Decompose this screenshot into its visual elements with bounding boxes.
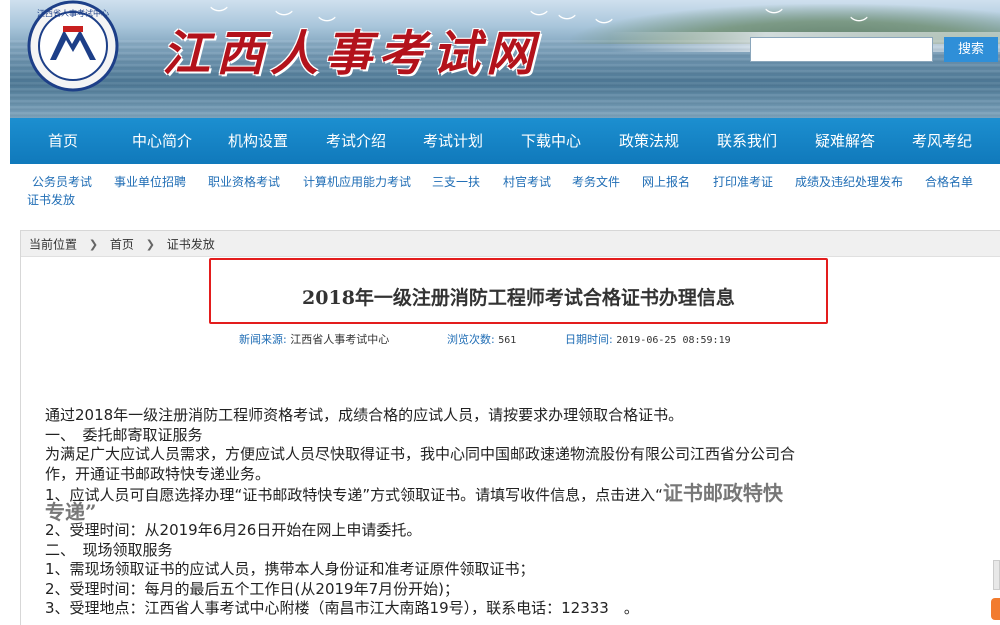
nav-item-about[interactable]: 中心简介 <box>116 118 208 164</box>
subnav-item-exam-documents[interactable]: 考务文件 <box>572 173 620 190</box>
nav-item-exam-intro[interactable]: 考试介绍 <box>308 118 404 164</box>
nav-item-organization[interactable]: 机构设置 <box>208 118 308 164</box>
nav-item-faq[interactable]: 疑难解答 <box>796 118 894 164</box>
bird-icon: ︶ <box>558 14 576 35</box>
express-delivery-link-cont[interactable]: 专递” <box>45 500 97 524</box>
bird-icon: ︶ <box>850 16 868 37</box>
subnav-item-qualified-list[interactable]: 合格名单 <box>925 173 973 190</box>
article-body: 通过2018年一级注册消防工程师资格考试，成绩合格的应试人员，请按要求办理领取合… <box>45 406 985 619</box>
floating-widget[interactable] <box>991 598 1000 620</box>
article-section-heading: 一、 委托邮寄取证服务 <box>45 425 203 444</box>
article-source: 新闻来源: 江西省人事考试中心 <box>239 331 389 347</box>
article-date: 日期时间: 2019-06-25 08:59:19 <box>565 331 731 347</box>
subnav-item-sanzhi-yifu[interactable]: 三支一扶 <box>432 173 480 190</box>
search-input[interactable] <box>750 37 933 62</box>
article-paragraph: 作，开通证书邮政特快专递业务。 <box>45 464 271 483</box>
subnav-item-print-admission[interactable]: 打印准考证 <box>713 173 773 190</box>
breadcrumb-item-home[interactable]: 首页 <box>110 238 134 252</box>
date-label: 日期时间: <box>565 333 613 346</box>
article-paragraph: 2、受理时间：从2019年6月26日开始在网上申请委托。 <box>45 521 422 539</box>
article-paragraph: 为满足广大应试人员需求，方便应试人员尽快取得证书，我中心同中国邮政速递物流股份有… <box>45 445 796 463</box>
content-frame: 当前位置 ❯ 首页 ❯ 证书发放 2018年一级注册消防工程师考试合格证书办理信… <box>20 230 1000 625</box>
nav-item-discipline[interactable]: 考风考纪 <box>894 118 990 164</box>
article-paragraph: 2、受理时间：每月的最后五个工作日(从2019年7月份开始)； <box>45 579 459 598</box>
bird-icon: ︶ <box>595 18 613 39</box>
site-title: 江西人事考试网 <box>162 26 541 82</box>
logo-text: 江西省人事考试中心 <box>37 8 109 18</box>
subnav-item-civil-service[interactable]: 公务员考试 <box>32 173 92 190</box>
source-label: 新闻来源: <box>239 333 287 346</box>
breadcrumb-item-certificate[interactable]: 证书发放 <box>167 238 215 252</box>
subnav-item-certificate-issuance[interactable]: 证书发放 <box>27 191 75 208</box>
views-value: 561 <box>498 335 517 346</box>
express-delivery-link[interactable]: 证书邮政特快 <box>663 481 783 505</box>
article-views: 浏览次数: 561 <box>447 331 516 347</box>
subnav-item-public-institution[interactable]: 事业单位招聘 <box>114 173 186 190</box>
chevron-right-icon: ❯ <box>145 237 155 251</box>
article-paragraph: 1、需现场领取证书的应试人员，携带本人身份证和准考证原件领取证书； <box>45 560 535 578</box>
subnav-item-professional-qualification[interactable]: 职业资格考试 <box>208 173 280 190</box>
scrollbar[interactable] <box>993 560 1000 590</box>
source-value: 江西省人事考试中心 <box>290 333 390 346</box>
nav-item-home[interactable]: 首页 <box>10 118 116 164</box>
date-value: 2019-06-25 08:59:19 <box>616 335 731 346</box>
article-section-heading: 二、 现场领取服务 <box>45 540 173 559</box>
site-logo[interactable]: 江西省人事考试中心 <box>16 0 130 100</box>
sub-nav: 公务员考试 事业单位招聘 职业资格考试 计算机应用能力考试 三支一扶 村官考试 … <box>27 171 987 211</box>
views-label: 浏览次数: <box>447 333 495 346</box>
bird-icon: ︶ <box>765 8 783 29</box>
nav-item-downloads[interactable]: 下载中心 <box>502 118 600 164</box>
article-paragraph: 3、受理地点：江西省人事考试中心附楼（南昌市江大南路19号），联系电话：1233… <box>45 599 639 617</box>
article-title: 2018年一级注册消防工程师考试合格证书办理信息 <box>302 287 735 309</box>
breadcrumb-label: 当前位置 <box>29 237 78 252</box>
breadcrumb: 当前位置 ❯ 首页 ❯ 证书发放 <box>21 231 1000 257</box>
subnav-item-results[interactable]: 成绩及违纪处理发布 <box>795 173 903 190</box>
subnav-item-online-registration[interactable]: 网上报名 <box>642 173 690 190</box>
subnav-item-village-official[interactable]: 村官考试 <box>503 173 551 190</box>
chevron-right-icon: ❯ <box>88 237 99 251</box>
nav-item-policies[interactable]: 政策法规 <box>600 118 698 164</box>
subnav-item-computer-skills[interactable]: 计算机应用能力考试 <box>303 173 411 190</box>
article-paragraph: 通过2018年一级注册消防工程师资格考试，成绩合格的应试人员，请按要求办理领取合… <box>45 406 684 424</box>
nav-item-exam-plan[interactable]: 考试计划 <box>404 118 502 164</box>
main-nav: 首页 中心简介 机构设置 考试介绍 考试计划 下载中心 政策法规 联系我们 疑难… <box>10 118 1000 164</box>
search-button[interactable]: 搜索 <box>944 37 998 62</box>
nav-item-contact[interactable]: 联系我们 <box>698 118 796 164</box>
article-text: 1、应试人员可自愿选择办理“证书邮政特快专递”方式领取证书。请填写收件信息，点击… <box>45 486 663 504</box>
